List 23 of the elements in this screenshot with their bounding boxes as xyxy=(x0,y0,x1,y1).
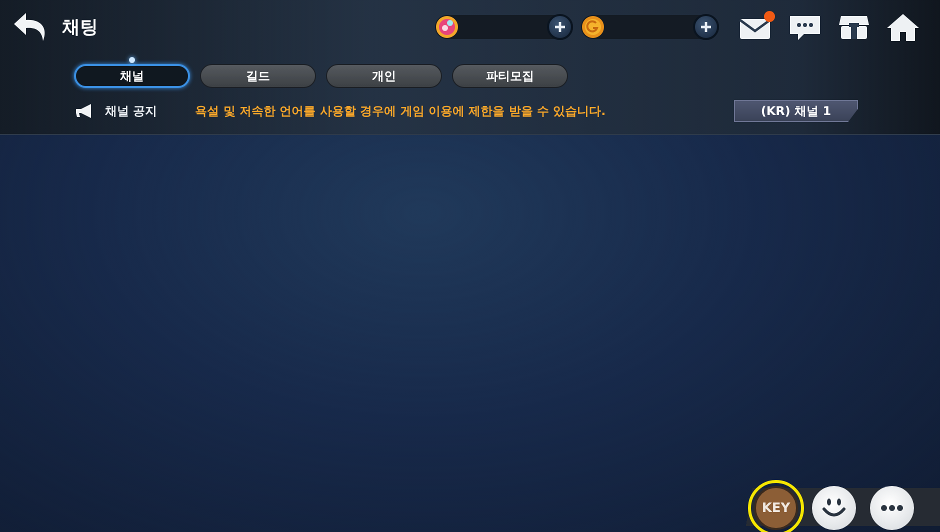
shop-awning-icon xyxy=(837,13,871,41)
chat-tab[interactable]: 파티모집 xyxy=(452,64,568,88)
glow-dot xyxy=(129,57,135,63)
gem-icon xyxy=(435,15,459,39)
chat-tab[interactable]: 채널 xyxy=(74,64,190,88)
chat-tab[interactable]: 개인 xyxy=(326,64,442,88)
emoji-button[interactable] xyxy=(812,486,856,530)
coin-icon xyxy=(581,15,605,39)
screen-title: 채팅 xyxy=(62,16,98,39)
key-button[interactable]: KEY xyxy=(754,486,798,530)
notice-label: 채널 공지 xyxy=(105,102,158,120)
add-currency-button[interactable] xyxy=(693,14,719,40)
chat-input-button[interactable] xyxy=(870,486,914,530)
plus-icon xyxy=(554,21,566,33)
channel-select-button[interactable]: (KR) 채널 1 xyxy=(734,100,858,122)
chat-tab[interactable]: 길드 xyxy=(200,64,316,88)
home-button[interactable] xyxy=(886,11,920,43)
add-currency-button[interactable] xyxy=(547,14,573,40)
notice-text: 욕설 및 저속한 언어를 사용할 경우에 게임 이용에 제한을 받을 수 있습니다. xyxy=(195,102,606,120)
home-icon xyxy=(886,12,920,42)
plus-icon xyxy=(700,21,712,33)
notification-dot xyxy=(764,11,775,22)
ellipsis-icon xyxy=(879,504,905,512)
